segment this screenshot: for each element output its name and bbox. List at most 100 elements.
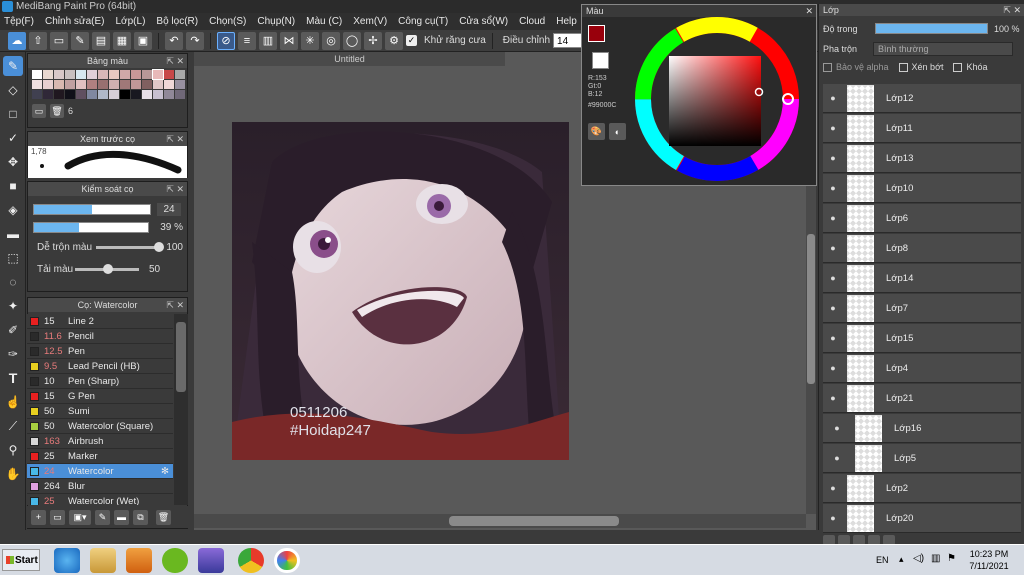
palette-swatch[interactable] (54, 90, 64, 99)
palette-swatch[interactable] (142, 70, 152, 79)
palette-swatch[interactable] (65, 90, 75, 99)
visibility-eye-icon[interactable]: ● (823, 453, 851, 463)
menu-item[interactable]: Cửa sổ(W) (459, 16, 508, 27)
file-explorer-icon[interactable] (90, 548, 116, 573)
palette-swatch[interactable] (164, 90, 174, 99)
brush-item[interactable]: 10 Pen (Sharp) (27, 374, 173, 389)
add-brush-icon[interactable]: + (31, 509, 46, 525)
image-icon[interactable]: ▣ (134, 31, 152, 50)
clip-checkbox[interactable] (898, 62, 908, 72)
select-tool-icon[interactable]: ⬚ (3, 248, 23, 268)
panel-close-icon[interactable]: ⇱ ✕ (166, 132, 184, 146)
menu-item[interactable]: Công cụ(T) (398, 16, 448, 27)
panel-close-icon[interactable]: ⇱ ✕ (166, 182, 184, 196)
palette-swatch[interactable] (153, 80, 163, 89)
brush-item[interactable]: 11.6 Pencil (27, 329, 173, 344)
redo-icon[interactable]: ↷ (186, 31, 204, 50)
layer-row[interactable]: ● Lớp8 (823, 234, 1021, 263)
palette-swatch[interactable] (142, 80, 152, 89)
layer-row[interactable]: ● Lớp5 (823, 444, 1021, 473)
layer-row[interactable]: ● Lớp6 (823, 204, 1021, 233)
visibility-eye-icon[interactable]: ● (823, 243, 843, 253)
brush-delete-icon[interactable]: 🗑 (156, 509, 171, 525)
palette-add-icon[interactable]: ▭ (32, 104, 46, 118)
visibility-eye-icon[interactable]: ● (823, 213, 843, 223)
visibility-eye-icon[interactable]: ● (823, 303, 843, 313)
note-icon[interactable]: ✎ (71, 31, 89, 50)
brush-item[interactable]: 15 G Pen (27, 389, 173, 404)
color-window-close-icon[interactable]: ✕ (805, 5, 813, 17)
menu-item[interactable]: Chỉnh sửa(E) (45, 16, 105, 27)
palette-swatch[interactable] (175, 80, 185, 89)
palette-delete-icon[interactable]: 🗑 (50, 104, 64, 118)
brush-settings-icon[interactable]: ✻ (161, 466, 169, 477)
visibility-eye-icon[interactable]: ● (823, 123, 843, 133)
palette-swatch[interactable] (76, 90, 86, 99)
menu-item[interactable]: Xem(V) (353, 16, 387, 27)
palette-swatch[interactable] (32, 70, 42, 79)
brush-item[interactable]: 264 Blur (27, 479, 173, 494)
menu-item[interactable]: Cloud (519, 16, 545, 27)
grid-icon[interactable]: ▦ (113, 31, 131, 50)
gradient-tool-icon[interactable]: ▬ (3, 224, 23, 244)
palette-swatch[interactable] (87, 80, 97, 89)
layer-row[interactable]: ● Lớp16 (823, 414, 1021, 443)
menu-item[interactable]: Màu (C) (306, 16, 342, 27)
cloud-icon[interactable]: ☁ (8, 31, 26, 50)
brush-item[interactable]: 15 Line 2 (27, 314, 173, 329)
layer-row[interactable]: ● Lớp13 (823, 144, 1021, 173)
palette-swatch[interactable] (152, 69, 164, 80)
visibility-eye-icon[interactable]: ● (823, 183, 843, 193)
palette-swatch[interactable] (98, 80, 108, 89)
game-app-icon[interactable] (198, 548, 224, 573)
opacity-slider[interactable] (33, 222, 150, 233)
brush-item[interactable]: 12.5 Pen (27, 344, 173, 359)
clock[interactable]: 10:23 PM 7/11/2021 (963, 548, 1015, 572)
layer-row[interactable]: ● Lớp4 (823, 354, 1021, 383)
cross-snap-icon[interactable]: ⋈ (280, 31, 298, 50)
volume-icon[interactable]: ◁) (913, 553, 924, 564)
start-button[interactable]: Start (2, 549, 40, 571)
palette-swatch[interactable] (131, 80, 141, 89)
layer-row[interactable]: ● Lớp7 (823, 294, 1021, 323)
brush-item[interactable]: 9.5 Lead Pencil (HB) (27, 359, 173, 374)
magic-wand-icon[interactable]: ✦ (3, 296, 23, 316)
circle-snap-icon[interactable]: ◎ (322, 31, 340, 50)
brush-list-scrollbar[interactable] (174, 314, 188, 505)
vanishing-point-icon[interactable]: ✢ (364, 31, 382, 50)
brush-item[interactable]: 25 Marker (27, 449, 173, 464)
chrome-icon[interactable] (238, 548, 264, 573)
protect-alpha-checkbox[interactable] (823, 62, 832, 72)
brush-folder-icon[interactable]: ▬ (114, 509, 129, 525)
internet-explorer-icon[interactable] (54, 548, 80, 573)
size-slider[interactable] (33, 204, 151, 215)
layer-opacity-slider[interactable] (875, 23, 988, 34)
brush-edit-icon[interactable]: ✎ (95, 509, 110, 525)
brush-item[interactable]: 163 Airbrush (27, 434, 173, 449)
visibility-eye-icon[interactable]: ● (823, 513, 843, 523)
canvas-horizontal-scrollbar[interactable] (194, 514, 806, 528)
layer-row[interactable]: ● Lớp11 (823, 114, 1021, 143)
palette-swatch[interactable] (131, 90, 141, 99)
primary-color-swatch[interactable] (588, 25, 605, 42)
chat-icon[interactable]: ▭ (50, 31, 68, 50)
brush-tool-icon[interactable]: ✎ (3, 56, 23, 76)
layer-row[interactable]: ● Lớp2 (823, 474, 1021, 503)
brush-item[interactable]: 24 Watercolor ✻ (27, 464, 173, 479)
medibang-taskbar-icon[interactable] (274, 548, 300, 573)
select-pen-icon[interactable]: ✐ (3, 320, 23, 340)
palette-swatch[interactable] (54, 70, 64, 79)
menu-item[interactable]: Tệp(F) (4, 16, 34, 27)
size-value[interactable]: 24 (157, 203, 181, 216)
visibility-eye-icon[interactable]: ● (823, 393, 843, 403)
menu-item[interactable]: Bộ lọc(R) (156, 16, 198, 27)
select-eraser-icon[interactable]: ✑ (3, 344, 23, 364)
layer-panel-close-icon[interactable]: ⇱ ✕ (1003, 4, 1021, 16)
palette-swatch[interactable] (120, 70, 130, 79)
palette-swatch[interactable] (32, 80, 42, 89)
curve-snap-icon[interactable]: ◯ (343, 31, 361, 50)
palette-swatch[interactable] (120, 90, 130, 99)
visibility-eye-icon[interactable]: ● (823, 333, 843, 343)
eraser-tool-icon[interactable]: ◇ (3, 80, 23, 100)
visibility-eye-icon[interactable]: ● (823, 363, 843, 373)
